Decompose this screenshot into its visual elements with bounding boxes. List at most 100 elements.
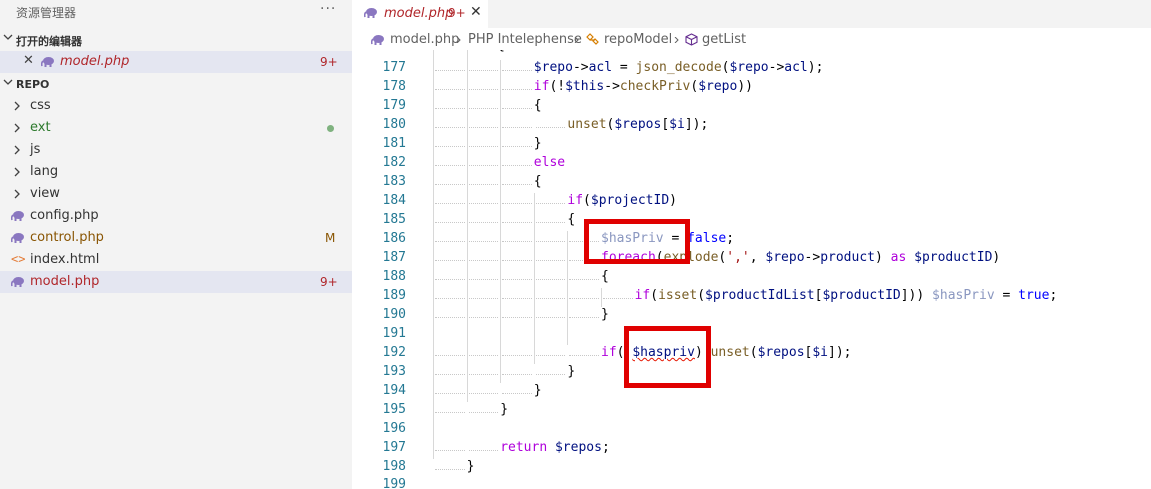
folder-label: lang [30,164,59,179]
code-token: { [601,269,609,284]
code-token: if [634,288,651,303]
folder-item-lang[interactable]: lang [0,161,352,183]
code-token: ( [749,345,758,360]
code-token: $repo [729,60,769,75]
code-token: else [533,155,566,170]
code-line: { [567,212,575,227]
problem-count-badge: 9+ [320,275,338,289]
explorer-title: 资源管理器 [16,6,77,20]
file-label: index.html [30,252,100,267]
php-elephant-icon [11,211,24,221]
file-item-index-html[interactable]: <> index.html [0,249,352,271]
more-actions-icon[interactable]: ··· [320,1,336,17]
code-token: isset [658,288,698,303]
highlight-box-haspriv [624,326,711,388]
code-token: { [533,98,542,113]
html-code-icon: <> [11,252,26,266]
code-token: $repo [765,250,805,265]
code-line: if(isset($productIdList[$productID])) $h… [635,288,1058,303]
breadcrumb: model.php PHP Intelephense repoModel get… [352,28,1151,50]
chevron-right-icon [14,123,20,133]
code-token: ',' [726,250,750,265]
code-line: { [497,50,505,53]
code-token: } [533,136,542,151]
file-item-model-php[interactable]: model.php 9+ [0,271,352,293]
folder-label: ext [30,120,51,135]
breadcrumb-language-server[interactable]: PHP Intelephense [468,32,582,47]
code-token: { [497,50,505,53]
code-token: -> [768,60,785,75]
folder-label: view [30,186,60,201]
code-token: = [612,60,636,75]
open-editor-item-model-php[interactable]: ✕ model.php 9+ [0,51,352,73]
code-line: return $repos; [500,440,610,455]
breadcrumb-file[interactable]: model.php [390,32,459,47]
code-line: if($projectID) [567,193,677,208]
file-label: control.php [30,230,104,245]
php-elephant-icon [41,57,54,67]
folder-item-css[interactable]: css [0,95,352,117]
code-token: $repos [614,117,662,132]
code-token: ]); [684,117,709,132]
code-token: $repos [554,440,602,455]
code-token: checkPriv [619,79,691,94]
folder-item-view[interactable]: view [0,183,352,205]
code-token: { [533,174,542,189]
line-number: 192 [382,345,406,360]
code-line: { [534,174,542,189]
tab-problem-badge: 9+ [448,6,466,20]
chevron-right-icon [574,37,579,43]
php-elephant-icon [11,277,24,287]
chevron-right-icon [14,189,20,199]
code-token: return [500,440,548,455]
code-token: $this [565,79,605,94]
code-token: } [567,364,576,379]
code-line: } [534,383,542,398]
php-elephant-icon [371,35,384,45]
code-token: $repo [698,79,738,94]
file-label: model.php [30,274,100,289]
modified-badge: M [325,231,336,245]
code-token: -> [572,60,589,75]
code-token: if [601,345,617,360]
code-editor[interactable]: 176 177 178 179 180 181 182 183 184 185 186 187 188… [352,50,1151,489]
file-item-control-php[interactable]: control.php M [0,227,352,249]
code-token: as [890,250,907,265]
line-number: 189 [382,288,406,303]
code-token: $repo [533,60,573,75]
code-token: ) [669,193,677,208]
workspace-section-header[interactable]: REPO [0,74,352,96]
highlight-box-hasPriv [584,219,690,264]
code-token: ]); [828,345,852,360]
code-line: } [500,402,508,417]
file-label: config.php [30,208,99,223]
line-number: 190 [382,307,406,322]
code-line: } [534,136,542,151]
code-token: ; [1049,288,1058,303]
code-token: , [749,250,766,265]
code-token: ( [583,193,591,208]
line-number: 188 [382,269,406,284]
folder-item-ext[interactable]: ext [0,117,352,139]
code-token: -> [604,79,620,94]
tab-model-php[interactable]: model.php 9+ ✕ [352,0,488,28]
line-number: 197 [382,440,406,455]
open-editors-section-header[interactable]: 打开的编辑器 [0,29,352,51]
code-token: } [533,383,542,398]
class-icon [586,33,599,45]
breadcrumb-method[interactable]: getList [702,32,746,47]
line-number: 198 [382,459,406,474]
code-line: else [534,155,565,170]
breadcrumb-class[interactable]: repoModel [604,32,672,47]
code-token: if [533,79,550,94]
line-number: 179 [382,98,406,113]
close-icon[interactable]: ✕ [23,53,34,68]
file-item-config-php[interactable]: config.php [0,205,352,227]
close-icon[interactable]: ✕ [470,4,482,20]
folder-item-js[interactable]: js [0,139,352,161]
line-number: 182 [382,155,406,170]
line-number: 186 [382,231,406,246]
code-token: ])) [900,288,933,303]
code-token: ); [807,60,824,75]
line-number: 191 [382,326,406,341]
